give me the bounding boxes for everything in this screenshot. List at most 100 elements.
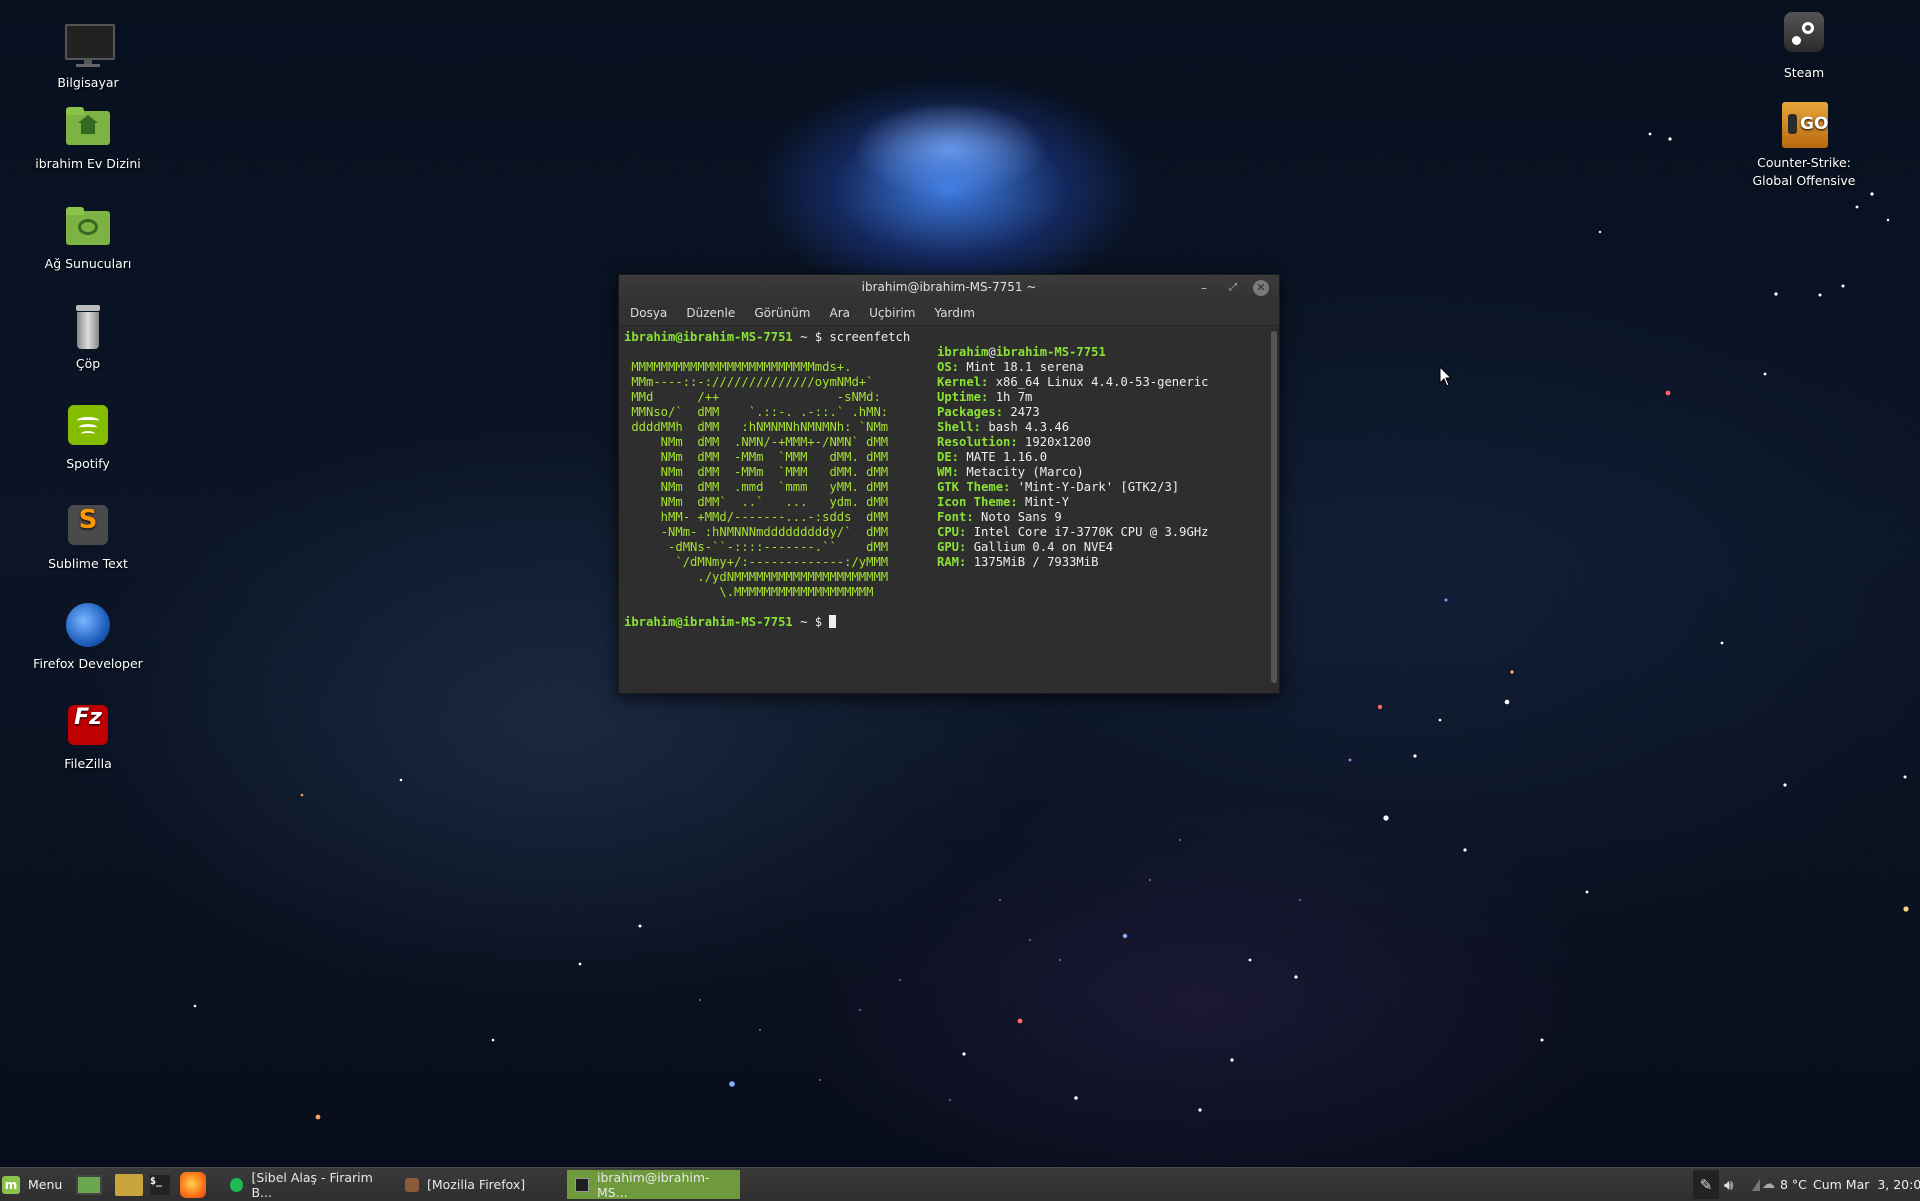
terminal-window[interactable]: ibrahim@ibrahim-MS-7751 ~ – ⤢ ✕ Dosya Dü… (618, 274, 1280, 694)
tray-network[interactable] (1752, 1168, 1760, 1201)
info-key: WM: (937, 465, 960, 479)
info-value: Noto Sans 9 (973, 510, 1062, 524)
desktop-icon-network[interactable]: Ağ Sunucuları (23, 203, 153, 273)
menu-button[interactable]: m Menu (2, 1168, 62, 1201)
filezilla-icon: Fz (64, 703, 112, 751)
terminal-output[interactable]: ibrahim@ibrahim-MS-7751 ~ $ screenfetch … (621, 327, 1257, 689)
info-line: Shell: bash 4.3.46 (937, 420, 1069, 435)
desktop-icon-label: Counter-Strike: Global Offensive (1752, 155, 1856, 188)
info-value: 1920x1200 (1017, 435, 1092, 449)
launcher-files[interactable] (115, 1168, 143, 1201)
task-spotify[interactable]: [Sibel Alaş - Firarim B... (222, 1170, 392, 1200)
desktop-icon-filezilla[interactable]: Fz FileZilla (23, 703, 153, 773)
weather-icon: ☁ (1762, 1177, 1775, 1192)
desktop-icon-firefox-developer[interactable]: Firefox Developer (23, 603, 153, 673)
launcher-show-desktop[interactable] (76, 1168, 102, 1201)
menu-ucbirim[interactable]: Uçbirim (862, 301, 922, 325)
info-line: DE: MATE 1.16.0 (937, 450, 1047, 465)
tray-volume[interactable]: 🔊︎ (1724, 1168, 1733, 1201)
tray-weather[interactable]: ☁ 8 °C (1762, 1168, 1807, 1201)
logo-line: NMm dMM -MMm `MMM dMM. dMM (624, 465, 889, 479)
task-firefox[interactable]: [Mozilla Firefox] (397, 1170, 562, 1199)
mint-logo-icon: m (2, 1175, 20, 1194)
logo-line: `/dMNmy+/:-------------:/yMMM (624, 555, 889, 569)
info-value: bash 4.3.46 (981, 420, 1070, 434)
info-key: Resolution: (937, 435, 1018, 449)
logo-line: NMm dMM -MMm `MMM dMM. dMM (624, 450, 889, 464)
desktop-icon-home[interactable]: ibrahim Ev Dizini (23, 103, 153, 173)
steam-icon (1780, 12, 1828, 60)
menu-dosya[interactable]: Dosya (623, 301, 674, 325)
firefox-icon (180, 1171, 206, 1198)
menu-duzenle[interactable]: Düzenle (679, 301, 742, 325)
menu-yardim[interactable]: Yardım (928, 301, 982, 325)
tray-pen[interactable]: ✎ (1693, 1170, 1719, 1199)
mouse-cursor-icon (1439, 366, 1453, 387)
window-title: ibrahim@ibrahim-MS-7751 ~ (861, 280, 1037, 294)
info-line: Uptime: 1h 7m (937, 390, 1032, 405)
terminal-icon: $_ (150, 1174, 170, 1195)
terminal-scrollbar[interactable] (1271, 331, 1277, 683)
logo-line: hMM- +MMd/-------...-:sdds dMM (624, 510, 889, 524)
launcher-terminal[interactable]: $_ (150, 1168, 170, 1201)
logo-line: \.MMMMMMMMMMMMMMMMMMM (624, 585, 874, 599)
info-value: 1375MiB / 7933MiB (966, 555, 1099, 569)
info-line: CPU: Intel Core i7-3770K CPU @ 3.9GHz (937, 525, 1209, 540)
firefox-icon (405, 1177, 419, 1192)
info-key: Shell: (937, 420, 982, 434)
desktop-icon-label: Sublime Text (48, 556, 128, 571)
desktop-icon-label: Firefox Developer (33, 656, 143, 671)
desktop-icon-spotify[interactable]: Spotify (23, 403, 153, 473)
show-desktop-icon (76, 1174, 102, 1195)
info-value: x86_64 Linux 4.4.0-53-generic (988, 375, 1209, 389)
info-line: Icon Theme: Mint-Y (937, 495, 1069, 510)
task-terminal[interactable]: ibrahim@ibrahim-MS... (567, 1169, 740, 1200)
info-value: 'Mint-Y-Dark' [GTK2/3] (1010, 480, 1180, 494)
csgo-badge: GO (1800, 114, 1829, 134)
desktop-icon-sublime[interactable]: S Sublime Text (23, 503, 153, 573)
desktop-icon-bilgisayar[interactable]: Bilgisayar (23, 22, 153, 92)
logo-line: MMNso/` dMM `.::-. .-::.` .hMN: (624, 405, 889, 419)
minimize-button[interactable]: – (1195, 279, 1213, 297)
info-key: Kernel: (937, 375, 989, 389)
task-label: ibrahim@ibrahim-MS... (596, 1169, 710, 1200)
maximize-button[interactable]: ⤢ (1224, 279, 1242, 297)
desktop-icon-label: Spotify (66, 456, 110, 471)
folder-icon (115, 1173, 143, 1196)
logo-line: -dMNs-``-::::-------.`` dMM (624, 540, 889, 554)
menu-ara[interactable]: Ara (823, 301, 858, 325)
clock[interactable]: Cum Mar 3, 20:04 (1813, 1168, 1920, 1201)
info-key: Icon Theme: (937, 495, 1018, 509)
command-line: ibrahim@ibrahim-MS-7751 ~ $ screenfetch (624, 330, 911, 344)
logo-line: NMm dMM .NMN/-+MMM+-/NMN` dMM (624, 435, 889, 449)
info-line: Kernel: x86_64 Linux 4.4.0-53-generic (937, 375, 1209, 390)
info-key: Packages: (937, 405, 1004, 419)
desktop-icon-steam[interactable]: Steam (1739, 12, 1869, 82)
info-key: DE: (937, 450, 960, 464)
desktop-icon-csgo[interactable]: GO Counter-Strike: Global Offensive (1739, 102, 1869, 190)
bottom-panel: m Menu $_ [Sibel Alaş - Firarim B... [Mo… (0, 1167, 1920, 1201)
logo-line: MMd /++ -sNMd: (624, 390, 881, 404)
volume-icon: 🔊︎ (1724, 1175, 1734, 1194)
info-line: RAM: 1375MiB / 7933MiB (937, 555, 1098, 570)
logo-line: -NMm- :hNMNNNmdddddddddy/` dMM (624, 525, 889, 539)
desktop-icon-label: ibrahim Ev Dizini (35, 156, 141, 171)
info-value: 1h 7m (988, 390, 1033, 404)
logo-line: ddddMMh dMM :hNMNMNhNMNMNh: `NMm (624, 420, 889, 434)
desktop-icon-label: Çöp (75, 356, 101, 371)
info-key: GPU: (937, 540, 967, 554)
menu-gorunum[interactable]: Görünüm (747, 301, 817, 325)
text-cursor (829, 615, 837, 628)
pen-icon: ✎ (1699, 1175, 1713, 1194)
window-titlebar[interactable]: ibrahim@ibrahim-MS-7751 ~ – ⤢ ✕ (619, 275, 1279, 301)
info-line: WM: Metacity (Marco) (937, 465, 1084, 480)
trash-icon (64, 303, 112, 351)
launcher-firefox[interactable] (180, 1168, 206, 1201)
info-line: Resolution: 1920x1200 (937, 435, 1091, 450)
csgo-icon: GO (1780, 102, 1828, 150)
info-line: GTK Theme: 'Mint-Y-Dark' [GTK2/3] (937, 480, 1179, 495)
close-button[interactable]: ✕ (1253, 280, 1269, 296)
firefox-developer-icon (64, 603, 112, 651)
desktop-icon-trash[interactable]: Çöp (23, 303, 153, 373)
logo-line: MMm----::-://////////////oymNMd+` (624, 375, 874, 389)
